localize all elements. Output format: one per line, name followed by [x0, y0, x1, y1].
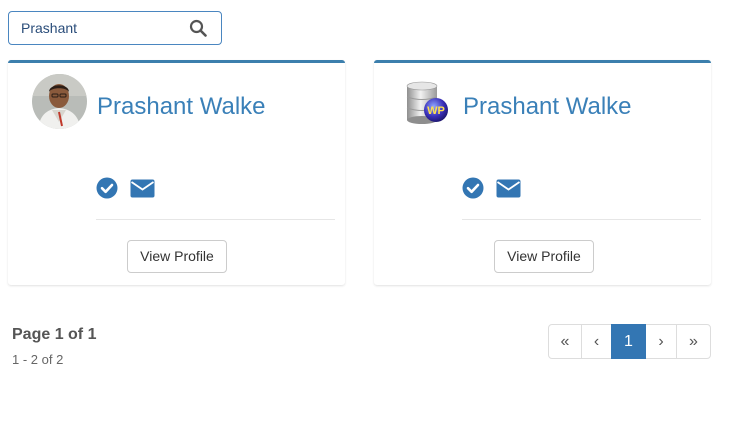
- last-page-button[interactable]: »: [676, 324, 711, 359]
- results-range: 1 - 2 of 2: [12, 352, 64, 367]
- database-icon[interactable]: WP: [405, 80, 453, 128]
- view-profile-button[interactable]: View Profile: [127, 240, 227, 273]
- verified-check-icon: [462, 177, 484, 199]
- envelope-icon[interactable]: [130, 179, 155, 198]
- profile-card: Prashant Walke View Profile: [8, 60, 345, 285]
- profile-name-link[interactable]: Prashant Walke: [463, 93, 632, 121]
- previous-page-button[interactable]: ‹: [581, 324, 612, 359]
- card-divider: [462, 219, 701, 220]
- card-divider: [96, 219, 335, 220]
- profile-name-link[interactable]: Prashant Walke: [97, 93, 266, 121]
- search-box: [8, 11, 222, 45]
- page-title: Page 1 of 1: [12, 326, 97, 343]
- envelope-icon[interactable]: [496, 179, 521, 198]
- avatar[interactable]: [32, 74, 87, 129]
- svg-text:WP: WP: [427, 105, 445, 117]
- search-icon[interactable]: [189, 19, 207, 37]
- page-1-button[interactable]: 1: [611, 324, 646, 359]
- verified-check-icon: [96, 177, 118, 199]
- first-page-button[interactable]: «: [548, 324, 582, 359]
- next-page-button[interactable]: ›: [645, 324, 677, 359]
- profile-card: WP Prashant Walke View Profile: [374, 60, 711, 285]
- pagination: « ‹ 1 › »: [548, 324, 711, 359]
- view-profile-button[interactable]: View Profile: [494, 240, 594, 273]
- search-input[interactable]: [9, 12, 184, 44]
